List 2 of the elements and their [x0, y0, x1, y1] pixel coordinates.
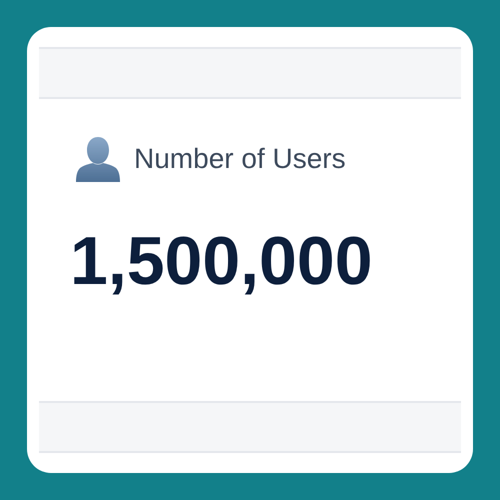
- stat-label: Number of Users: [134, 143, 346, 175]
- stat-value: 1,500,000: [70, 227, 374, 295]
